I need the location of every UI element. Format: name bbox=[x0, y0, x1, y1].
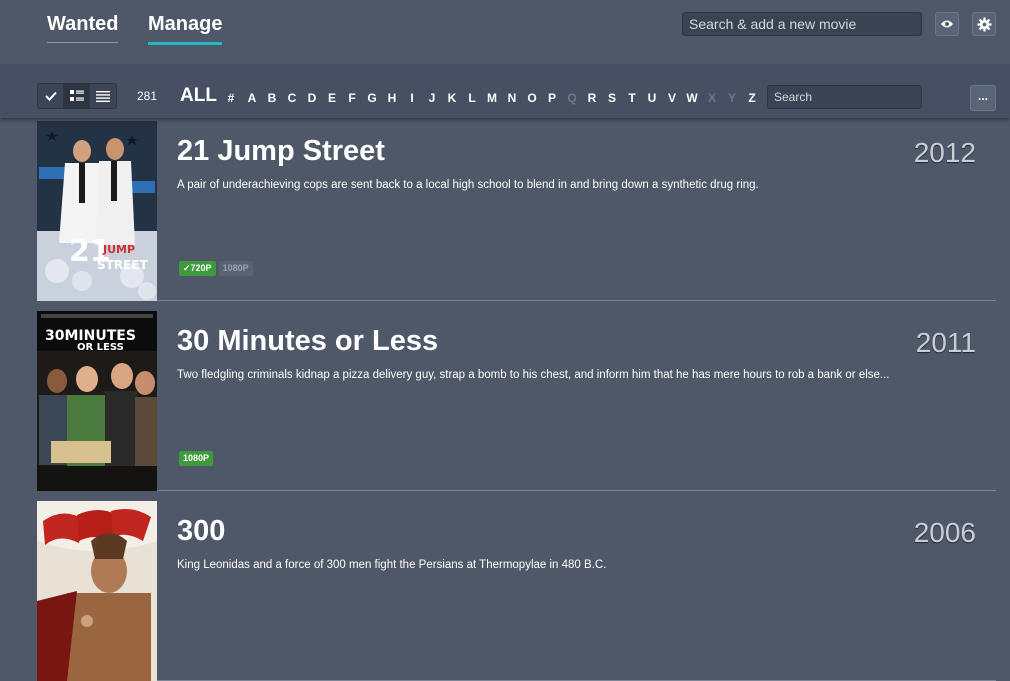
movie-poster[interactable]: 30MINUTES OR LESS bbox=[37, 311, 157, 491]
quality-badge: 1080P bbox=[218, 261, 253, 276]
letter-filter-all[interactable]: ALL bbox=[180, 86, 220, 106]
list-icon bbox=[96, 90, 110, 102]
tab-manage[interactable]: Manage bbox=[148, 13, 223, 45]
letter-filter-a[interactable]: A bbox=[242, 90, 262, 106]
letter-filter-h[interactable]: H bbox=[382, 90, 402, 106]
letter-filter-k[interactable]: K bbox=[442, 90, 462, 106]
more-options-button[interactable]: ... bbox=[970, 85, 996, 111]
gear-icon bbox=[976, 16, 992, 32]
letter-filter-f[interactable]: F bbox=[342, 90, 362, 106]
movie-year: 2011 bbox=[915, 327, 976, 358]
quality-list: 1080P bbox=[179, 451, 214, 466]
mass-edit-button[interactable] bbox=[38, 84, 64, 108]
letter-filter-j[interactable]: J bbox=[422, 90, 442, 106]
movie-year: 2012 bbox=[913, 137, 976, 168]
movie-year: 2006 bbox=[913, 517, 976, 548]
letter-filter-i[interactable]: I bbox=[402, 90, 422, 106]
letter-filter-q: Q bbox=[567, 91, 577, 105]
letter-filter-m[interactable]: M bbox=[482, 90, 502, 106]
eye-icon bbox=[941, 20, 953, 28]
filter-search-input[interactable] bbox=[767, 85, 922, 109]
movie-item[interactable]: 30MINUTES OR LESS 30 Minutes or Less 201… bbox=[37, 311, 996, 491]
quality-badge: 1080P bbox=[179, 451, 214, 466]
letter-filter-hash[interactable]: # bbox=[220, 90, 242, 106]
movie-plot: King Leonidas and a force of 300 men fig… bbox=[177, 559, 607, 571]
letter-filter-x: X bbox=[707, 91, 716, 105]
movie-title[interactable]: 300 bbox=[177, 515, 225, 548]
letter-filter-d[interactable]: D bbox=[302, 90, 322, 106]
letter-filter-b[interactable]: B bbox=[262, 90, 282, 106]
view-mode-toggle bbox=[37, 83, 117, 109]
svg-text:JUMP: JUMP bbox=[102, 243, 135, 256]
movie-poster[interactable]: 21 JUMP STREET bbox=[37, 121, 157, 301]
letter-filter-r[interactable]: R bbox=[582, 90, 602, 106]
svg-text:STREET: STREET bbox=[97, 258, 148, 272]
letter-filter-c[interactable]: C bbox=[282, 90, 302, 106]
quality-badge: ✓720P bbox=[179, 261, 216, 276]
letter-filter-s[interactable]: S bbox=[602, 90, 622, 106]
details-view-button[interactable] bbox=[64, 84, 90, 108]
svg-text:OR LESS: OR LESS bbox=[77, 342, 124, 353]
filter-bar: 281 ALL # A B C D E F G H I J K L M N O … bbox=[0, 64, 1010, 118]
letter-filter-v[interactable]: V bbox=[662, 90, 682, 106]
tab-wanted[interactable]: Wanted bbox=[47, 13, 119, 43]
checkmark-icon bbox=[44, 91, 57, 101]
movie-item[interactable]: 300 2006 King Leonidas and a force of 30… bbox=[37, 501, 996, 681]
settings-button[interactable] bbox=[972, 12, 996, 36]
letter-filter-e[interactable]: E bbox=[322, 90, 342, 106]
movie-plot: A pair of underachieving cops are sent b… bbox=[177, 179, 759, 191]
movie-title[interactable]: 21 Jump Street bbox=[177, 135, 385, 168]
letter-filter-p[interactable]: P bbox=[542, 90, 562, 106]
list-view-button[interactable] bbox=[90, 84, 116, 108]
letter-filter-w[interactable]: W bbox=[682, 90, 702, 106]
movie-count: 281 bbox=[137, 89, 158, 103]
letter-filter-y: Y bbox=[727, 91, 736, 105]
letter-filter-n[interactable]: N bbox=[502, 90, 522, 106]
letter-filter-l[interactable]: L bbox=[462, 90, 482, 106]
letter-filter-z[interactable]: Z bbox=[742, 90, 762, 106]
details-list-icon bbox=[69, 90, 84, 101]
letter-filter-t[interactable]: T bbox=[622, 90, 642, 106]
letter-filter-u[interactable]: U bbox=[642, 90, 662, 106]
letter-filter-g[interactable]: G bbox=[362, 90, 382, 106]
movie-item[interactable]: 21 JUMP STREET 21 Jump Street 2012 A pai… bbox=[37, 121, 996, 301]
top-header: Wanted Manage bbox=[0, 0, 1010, 64]
movie-title[interactable]: 30 Minutes or Less bbox=[177, 325, 438, 358]
movie-poster[interactable] bbox=[37, 501, 157, 681]
letter-filter: ALL # A B C D E F G H I J K L M N O P Q … bbox=[180, 86, 762, 106]
movie-plot: Two fledgling criminals kidnap a pizza d… bbox=[177, 369, 890, 381]
quality-list: ✓720P 1080P bbox=[179, 261, 253, 276]
eye-button[interactable] bbox=[935, 12, 959, 36]
add-movie-search-input[interactable] bbox=[682, 12, 922, 36]
letter-filter-o[interactable]: O bbox=[522, 90, 542, 106]
